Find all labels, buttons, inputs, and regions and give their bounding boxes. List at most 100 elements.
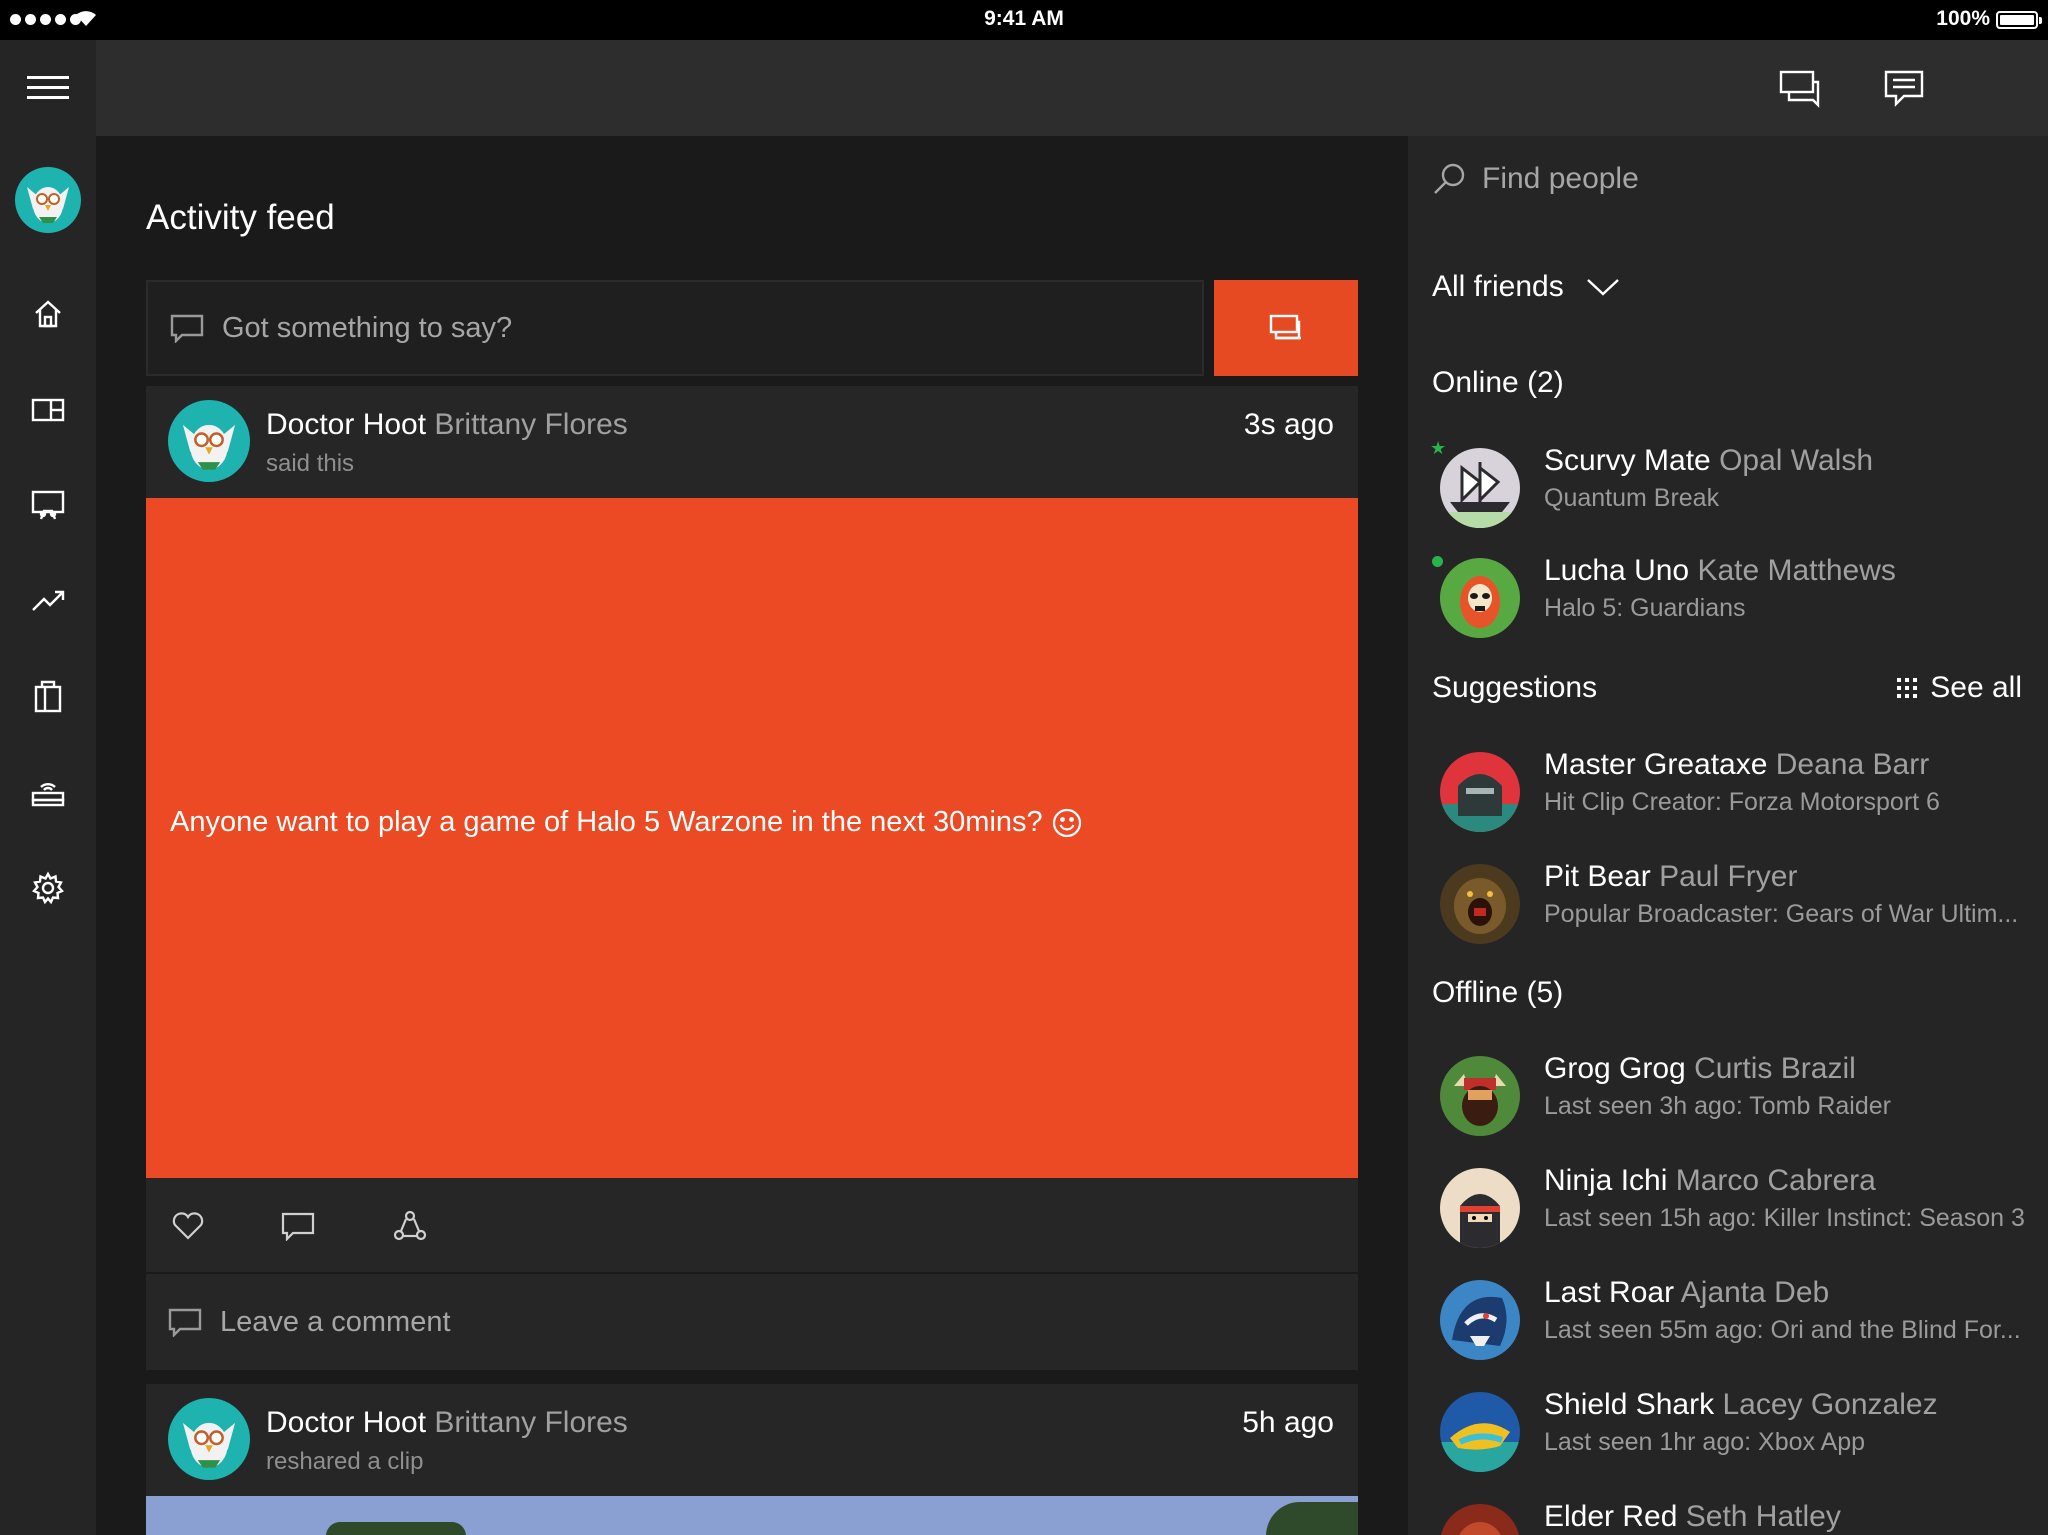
nav-item-bag[interactable]	[0, 656, 96, 736]
friend-name: Scurvy Mate Opal Walsh	[1544, 444, 1873, 478]
friend-real-name: Paul Fryer	[1659, 860, 1798, 893]
author-gamertag: Doctor Hoot	[266, 408, 427, 441]
author-gamertag: Doctor Hoot	[266, 1406, 427, 1439]
friend-row[interactable]: Grog Grog Curtis Brazil Last seen 3h ago…	[1432, 1052, 2032, 1142]
settings-icon	[32, 871, 64, 905]
bag-icon	[34, 680, 62, 713]
avatar	[1440, 1168, 1520, 1248]
comment-input[interactable]: Leave a comment	[146, 1274, 1358, 1370]
friend-gamertag: Ninja Ichi	[1544, 1164, 1668, 1197]
nav-item-console[interactable]	[0, 752, 96, 832]
game-dvr-icon	[31, 490, 65, 520]
nav-item-home[interactable]	[0, 274, 96, 354]
post-action: said this	[266, 450, 355, 477]
search-icon	[1434, 163, 1465, 194]
post-button[interactable]	[1214, 280, 1358, 376]
comment-icon	[170, 314, 204, 343]
friend-real-name: Seth Hatley	[1685, 1500, 1841, 1533]
friend-gamertag: Lucha Uno	[1544, 554, 1690, 587]
favorite-star-icon: ★	[1430, 438, 1447, 458]
smiley-icon	[1052, 808, 1081, 837]
status-bar: 9:41 AM 100%	[0, 0, 2048, 40]
filter-label: All friends	[1432, 270, 1564, 303]
hamburger-icon	[27, 76, 69, 99]
friend-real-name: Deana Barr	[1775, 748, 1930, 781]
post-timestamp: 3s ago	[1243, 408, 1334, 441]
avatar[interactable]	[168, 1398, 250, 1480]
friend-real-name: Ajanta Deb	[1680, 1276, 1830, 1309]
find-people-search[interactable]: Find people	[1432, 162, 1639, 196]
notifications-button[interactable]	[1880, 64, 1928, 112]
share-button[interactable]	[388, 1204, 432, 1248]
friend-name: Ninja Ichi Marco Cabrera	[1544, 1164, 1876, 1198]
comment-button[interactable]	[276, 1204, 320, 1248]
friends-panel: Find people All friends Online (2) ★ Scu…	[1408, 136, 2048, 1535]
post-author[interactable]: Doctor Hoot Brittany Flores	[266, 408, 628, 442]
profile-avatar-button[interactable]	[0, 160, 96, 240]
chevron-down-icon	[1586, 279, 1619, 296]
nav-item-trending[interactable]	[0, 560, 96, 640]
offline-label: Offline	[1432, 976, 1519, 1009]
friends-filter-dropdown[interactable]: All friends	[1432, 270, 1620, 304]
friend-row[interactable]: Last Roar Ajanta Deb Last seen 55m ago: …	[1432, 1276, 2032, 1366]
friend-status: Quantum Break	[1544, 484, 1720, 512]
online-label: Online	[1432, 366, 1519, 399]
friend-status: Popular Broadcaster: Gears of War Ultim.…	[1544, 900, 2019, 928]
nav-item-settings[interactable]	[0, 848, 96, 928]
page-title: Activity feed	[146, 198, 335, 237]
author-real-name: Brittany Flores	[434, 408, 628, 441]
see-all-button[interactable]: See all	[1896, 671, 2022, 705]
suggestion-row[interactable]: Master Greataxe Deana Barr Hit Clip Crea…	[1432, 748, 2032, 838]
post-icon	[1269, 314, 1301, 340]
friend-real-name: Marco Cabrera	[1675, 1164, 1876, 1197]
friend-status: Last seen 1hr ago: Xbox App	[1544, 1428, 1866, 1456]
post-message-card[interactable]: Anyone want to play a game of Halo 5 War…	[146, 498, 1358, 1178]
friend-gamertag: Shield Shark	[1544, 1388, 1715, 1421]
friend-status: Last seen 55m ago: Ori and the Blind For…	[1544, 1316, 2021, 1344]
post-header: Doctor Hoot Brittany Flores said this 3s…	[146, 386, 1358, 498]
avatar[interactable]	[168, 400, 250, 482]
friend-row[interactable]: Ninja Ichi Marco Cabrera Last seen 15h a…	[1432, 1164, 2032, 1254]
friend-real-name: Curtis Brazil	[1694, 1052, 1856, 1085]
offline-section-header: Offline (5)	[1432, 976, 1563, 1010]
store-icon	[31, 398, 65, 422]
friend-status: Hit Clip Creator: Forza Motorsport 6	[1544, 788, 1940, 816]
activity-feed-panel: Activity feed Got something to say? Doct…	[96, 136, 1408, 1535]
friend-row[interactable]: Lucha Uno Kate Matthews Halo 5: Guardian…	[1432, 554, 2032, 644]
see-all-label: See all	[1930, 671, 2022, 704]
friend-row[interactable]: Shield Shark Lacey Gonzalez Last seen 1h…	[1432, 1388, 2032, 1478]
left-navigation	[0, 40, 96, 1535]
search-placeholder: Find people	[1482, 162, 1639, 195]
nav-item-store[interactable]	[0, 370, 96, 450]
notifications-icon	[1884, 70, 1924, 107]
battery-percentage: 100%	[1936, 7, 1990, 30]
friend-row[interactable]: ★ Scurvy Mate Opal Walsh Quantum Break	[1430, 438, 2032, 534]
post-author[interactable]: Doctor Hoot Brittany Flores	[266, 1406, 628, 1440]
suggestion-row[interactable]: Pit Bear Paul Fryer Popular Broadcaster:…	[1432, 860, 2032, 950]
friend-status: Halo 5: Guardians	[1544, 594, 1746, 622]
home-icon	[35, 300, 61, 328]
avatar	[1440, 864, 1520, 944]
clip-thumbnail[interactable]	[146, 1496, 1358, 1535]
friend-gamertag: Grog Grog	[1544, 1052, 1686, 1085]
friend-real-name: Opal Walsh	[1719, 444, 1874, 477]
online-count: (2)	[1527, 366, 1564, 399]
feed-post: Doctor Hoot Brittany Flores reshared a c…	[146, 1384, 1358, 1535]
like-button[interactable]	[166, 1204, 210, 1248]
friend-real-name: Kate Matthews	[1697, 554, 1896, 587]
comment-icon	[281, 1212, 315, 1241]
avatar	[1440, 1280, 1520, 1360]
avatar	[1440, 448, 1520, 528]
friend-name: Pit Bear Paul Fryer	[1544, 860, 1797, 894]
messages-button[interactable]	[1776, 64, 1824, 112]
console-icon	[31, 782, 65, 807]
post-composer-input[interactable]: Got something to say?	[146, 280, 1204, 376]
avatar	[1440, 1056, 1520, 1136]
friend-row[interactable]: Elder Red Seth Hatley	[1432, 1500, 2032, 1535]
top-bar	[96, 40, 2048, 136]
friend-status: Last seen 15h ago: Killer Instinct: Seas…	[1544, 1204, 2025, 1232]
nav-item-game-dvr[interactable]	[0, 465, 96, 545]
avatar	[1440, 1392, 1520, 1472]
hamburger-menu-button[interactable]	[0, 48, 96, 128]
friend-name: Master Greataxe Deana Barr	[1544, 748, 1929, 782]
